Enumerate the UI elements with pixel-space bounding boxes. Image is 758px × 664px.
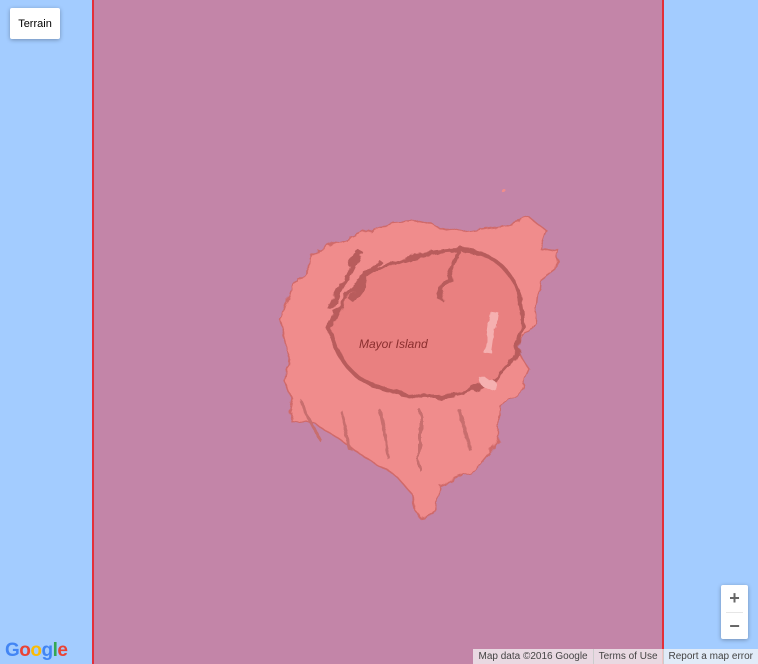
report-map-error-link[interactable]: Report a map error: [662, 649, 758, 664]
zoom-control: + −: [721, 585, 748, 639]
google-logo[interactable]: Google: [5, 640, 68, 662]
terms-of-use-link[interactable]: Terms of Use: [592, 649, 663, 664]
map-data-attribution: Map data ©2016 Google: [473, 649, 593, 664]
map-canvas[interactable]: Mayor Island: [0, 0, 758, 664]
map-footer: Map data ©2016 Google Terms of Use Repor…: [473, 649, 758, 664]
map-type-terrain-button[interactable]: Terrain: [10, 8, 60, 39]
island-shape: [279, 188, 561, 517]
zoom-out-button[interactable]: −: [721, 613, 748, 640]
place-label-mayor-island: Mayor Island: [359, 337, 428, 351]
zoom-in-button[interactable]: +: [721, 585, 748, 612]
